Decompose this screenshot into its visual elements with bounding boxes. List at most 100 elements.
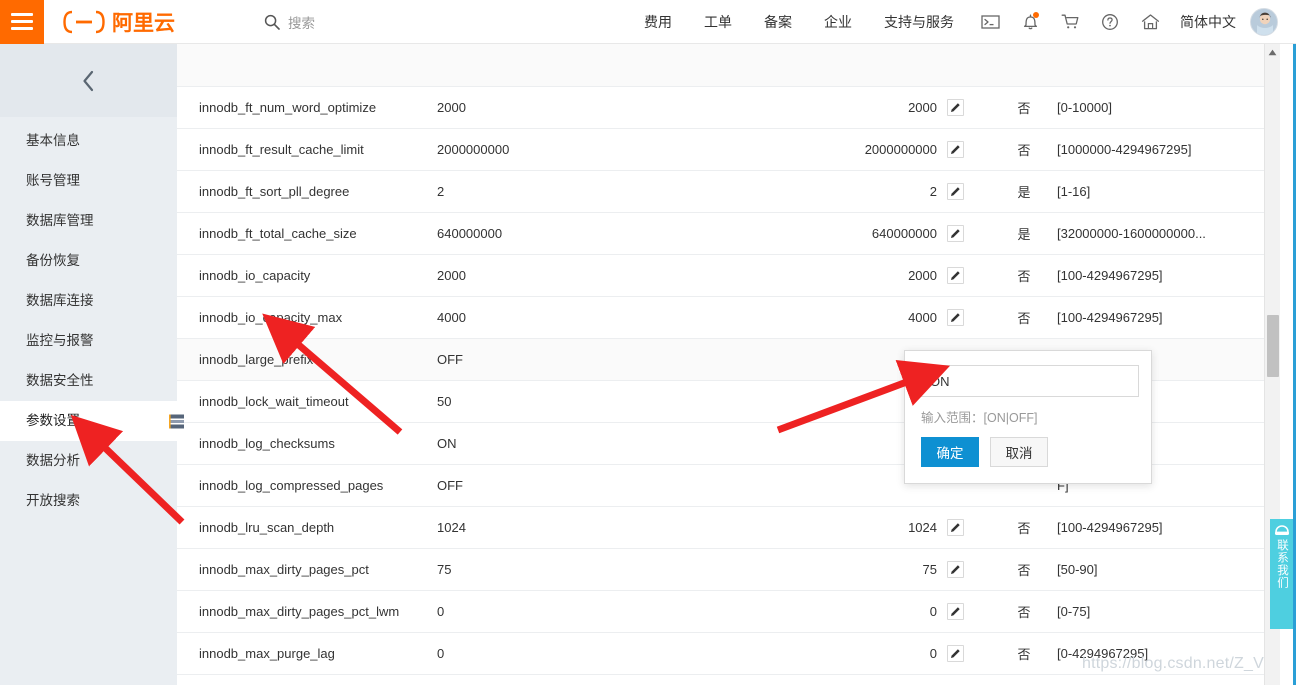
nav-support[interactable]: 支持与服务: [868, 0, 970, 44]
confirm-button[interactable]: 确定: [921, 437, 979, 467]
table-row[interactable]: innodb_io_capacity 2000 2000 否 [100-4294…: [177, 254, 1273, 297]
param-value: OFF: [437, 338, 717, 381]
table-row[interactable]: innodb_io_capacity_max 4000 4000 否 [100-…: [177, 296, 1273, 339]
pencil-icon[interactable]: [947, 224, 964, 242]
param-name: innodb_lock_wait_timeout: [177, 380, 437, 423]
scroll-up-button[interactable]: [1265, 44, 1280, 61]
home-icon[interactable]: [1130, 0, 1170, 44]
param-name: innodb_io_capacity: [177, 254, 437, 297]
param-value: 2000: [437, 254, 717, 297]
top-navigation: 费用 工单 备案 企业 支持与服务 简体中文: [628, 0, 1296, 44]
pencil-icon[interactable]: [947, 308, 964, 326]
table-row[interactable]: innodb_ft_sort_pll_degree 2 2 是 [1-16]: [177, 170, 1273, 213]
sidebar-item-parameter-settings[interactable]: 参数设置: [0, 401, 184, 441]
cancel-button[interactable]: 取消: [990, 437, 1048, 467]
aliyun-logo[interactable]: 阿里云: [62, 0, 190, 44]
terminal-icon[interactable]: [970, 0, 1010, 44]
param-value: 0: [437, 674, 717, 685]
sidebar-menu: 基本信息 账号管理 数据库管理 备份恢复 数据库连接 监控与报警 数据安全性 参…: [0, 117, 184, 521]
nav-icp[interactable]: 备案: [748, 0, 808, 44]
notification-badge: [1033, 11, 1039, 18]
search-input[interactable]: 搜索: [264, 0, 315, 44]
param-value: 75: [437, 548, 717, 591]
cart-icon[interactable]: [1050, 0, 1090, 44]
param-running: 2000: [717, 254, 947, 297]
table-row[interactable]: innodb_max_dirty_pages_pct 75 75 否 [50-9…: [177, 548, 1273, 591]
pencil-icon[interactable]: [947, 98, 964, 116]
pencil-icon[interactable]: [947, 182, 964, 200]
pencil-icon[interactable]: [947, 266, 964, 284]
avatar[interactable]: [1250, 7, 1278, 36]
sidebar-item-data-analysis[interactable]: 数据分析: [0, 441, 177, 481]
sidebar-item-open-search[interactable]: 开放搜索: [0, 481, 177, 521]
table-row[interactable]: innodb_max_purge_lag_delay 0 0 否 [0-1000…: [177, 674, 1273, 685]
pencil-icon[interactable]: [947, 644, 964, 662]
param-value: 2: [437, 170, 717, 213]
nav-tickets[interactable]: 工单: [688, 0, 748, 44]
param-value: 50: [437, 380, 717, 423]
sidebar-item-database-management[interactable]: 数据库管理: [0, 201, 177, 241]
param-running: 75: [717, 548, 947, 591]
pencil-icon[interactable]: [947, 560, 964, 578]
param-range: [0-10000]: [1053, 86, 1273, 129]
hamburger-bar: [11, 20, 33, 23]
sidebar-item-data-security[interactable]: 数据安全性: [0, 361, 177, 401]
sidebar-item-basic-info[interactable]: 基本信息: [0, 121, 177, 161]
param-value: ON: [437, 422, 717, 465]
param-name: innodb_max_dirty_pages_pct_lwm: [177, 590, 437, 633]
nav-enterprise[interactable]: 企业: [808, 0, 868, 44]
nav-fees[interactable]: 费用: [628, 0, 688, 44]
hamburger-icon[interactable]: [0, 0, 44, 44]
language-selector[interactable]: 简体中文: [1170, 0, 1248, 44]
chevron-left-icon: [83, 70, 94, 91]
param-restart: 否: [995, 86, 1053, 129]
param-range: [100-4294967295]: [1053, 296, 1273, 339]
param-restart: 否: [995, 296, 1053, 339]
param-restart: 否: [995, 674, 1053, 685]
sidebar-item-monitoring-alerts[interactable]: 监控与报警: [0, 321, 177, 361]
bell-icon[interactable]: [1010, 0, 1050, 44]
param-running: 640000000: [717, 212, 947, 255]
sidebar-item-account-management[interactable]: 账号管理: [0, 161, 177, 201]
sidebar-item-database-connection[interactable]: 数据库连接: [0, 281, 177, 321]
sidebar-item-label: 参数设置: [26, 413, 80, 428]
popover-actions: 确定 取消: [921, 437, 1135, 467]
param-restart: 否: [995, 632, 1053, 675]
parameter-value-input[interactable]: [921, 365, 1139, 397]
param-restart: 否: [995, 590, 1053, 633]
contact-us-label: 联系我们: [1276, 539, 1288, 589]
param-running: 4000: [717, 296, 947, 339]
table-row-partial: [177, 44, 1273, 87]
contact-us-tab[interactable]: 联系我们: [1270, 519, 1293, 629]
param-name: innodb_ft_sort_pll_degree: [177, 170, 437, 213]
headset-icon: [1274, 525, 1289, 535]
param-value: 1024: [437, 506, 717, 549]
scrollbar-thumb[interactable]: [1267, 315, 1279, 377]
param-range: [1000000-4294967295]: [1053, 128, 1273, 171]
table-row[interactable]: innodb_max_dirty_pages_pct_lwm 0 0 否 [0-…: [177, 590, 1273, 633]
param-running: 0: [717, 632, 947, 675]
param-restart: 否: [995, 254, 1053, 297]
table-row[interactable]: innodb_ft_result_cache_limit 2000000000 …: [177, 128, 1273, 171]
param-value: 0: [437, 590, 717, 633]
param-name: innodb_lru_scan_depth: [177, 506, 437, 549]
param-range: [1-16]: [1053, 170, 1273, 213]
main-content: innodb_ft_num_word_optimize 2000 2000 否 …: [177, 44, 1296, 685]
hamburger-bar: [11, 27, 33, 30]
table-row[interactable]: innodb_ft_total_cache_size 640000000 640…: [177, 212, 1273, 255]
top-header-bar: 阿里云 搜索 费用 工单 备案 企业 支持与服务 简体中文: [0, 0, 1296, 44]
sidebar-item-backup-recovery[interactable]: 备份恢复: [0, 241, 177, 281]
sidebar-drag-handle-icon[interactable]: [167, 409, 187, 433]
pencil-icon[interactable]: [947, 140, 964, 158]
pencil-icon[interactable]: [947, 602, 964, 620]
pencil-icon[interactable]: [947, 518, 964, 536]
param-running: 2000000000: [717, 128, 947, 171]
svg-text:阿里云: 阿里云: [112, 11, 175, 35]
param-value: 0: [437, 632, 717, 675]
param-value: OFF: [437, 464, 717, 507]
param-name: innodb_log_compressed_pages: [177, 464, 437, 507]
sidebar-collapse-button[interactable]: [0, 44, 177, 117]
table-row[interactable]: innodb_lru_scan_depth 1024 1024 否 [100-4…: [177, 506, 1273, 549]
help-icon[interactable]: [1090, 0, 1130, 44]
table-row[interactable]: innodb_ft_num_word_optimize 2000 2000 否 …: [177, 86, 1273, 129]
